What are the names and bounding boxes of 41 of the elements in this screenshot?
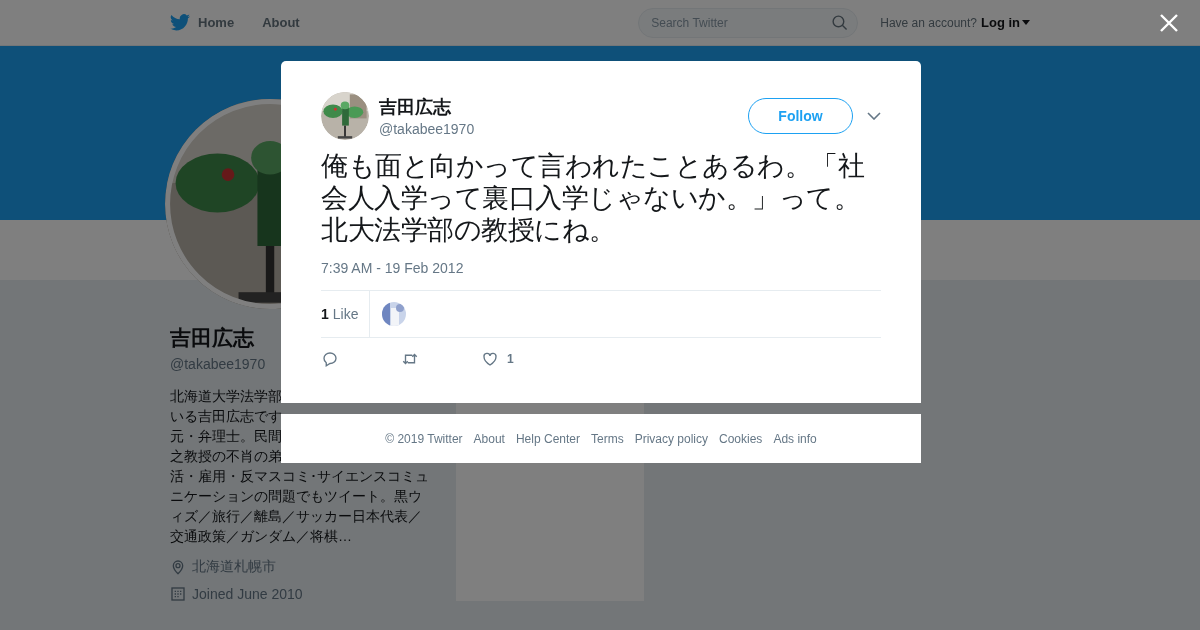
- speech-bubble-icon: [321, 350, 339, 368]
- caret-icon: [1022, 20, 1030, 25]
- nav-link[interactable]: About: [262, 15, 300, 30]
- chevron-down-icon: [867, 112, 881, 120]
- likes-count[interactable]: 1 Like: [321, 291, 371, 337]
- footer-link[interactable]: © 2019 Twitter: [385, 431, 463, 446]
- search-icon: [831, 13, 849, 31]
- follow-button[interactable]: Follow: [748, 98, 853, 134]
- footer-link[interactable]: Ads info: [773, 431, 817, 446]
- login-link[interactable]: Log in: [981, 15, 1030, 30]
- footer-link[interactable]: Help Center: [515, 431, 580, 446]
- bio-line: ィズ／旅行／離島／サッカー日本代表／: [170, 507, 422, 526]
- tweet-text: 俺も面と向かって言われたことあるわ。「社会人入学って裏口入学じゃないか。」って。北大法学部の教授にね。: [321, 150, 865, 246]
- bio-line: 交通政策／ガンダム／将棋…: [170, 527, 352, 546]
- footer-link[interactable]: Privacy policy: [634, 431, 708, 446]
- location-pin-icon: [170, 559, 186, 575]
- footer-link[interactable]: Cookies: [719, 431, 763, 446]
- account-prompt: Have an account?: [880, 15, 977, 30]
- profile-handle: @takabee1970: [170, 356, 266, 372]
- author-name: 吉田広志: [379, 96, 452, 119]
- profile-joined: Joined June 2010: [192, 586, 303, 602]
- like-button[interactable]: 1: [481, 350, 561, 368]
- profile-location: 北海道札幌市: [192, 558, 276, 576]
- bio-line: いる吉田広志です: [170, 407, 282, 426]
- more-button[interactable]: [867, 112, 881, 120]
- bio-line: 元・弁理士。民間: [170, 427, 282, 446]
- close-icon: [1160, 14, 1178, 32]
- bio-line: 北海道大学法学部: [170, 387, 282, 406]
- footer-link[interactable]: Terms: [591, 431, 624, 446]
- calendar-icon: [170, 586, 186, 602]
- footer-link[interactable]: About: [473, 431, 505, 446]
- tweet-timestamp: 7:39 AM - 19 Feb 2012: [321, 260, 465, 276]
- bio-line: ニケーションの問題でもツイート。黒ウ: [170, 487, 422, 506]
- close-button[interactable]: [1158, 12, 1180, 34]
- bird-icon: [170, 14, 190, 31]
- profile-name: 吉田広志: [170, 325, 254, 351]
- bio-line: 活・雇用・反マスコミ･サイエンスコミュ: [170, 467, 429, 486]
- heart-icon: [481, 350, 499, 368]
- nav-link[interactable]: Home: [170, 14, 235, 31]
- author-handle: @takabee1970: [379, 121, 475, 137]
- bio-line: 之教授の不肖の弟: [170, 447, 282, 466]
